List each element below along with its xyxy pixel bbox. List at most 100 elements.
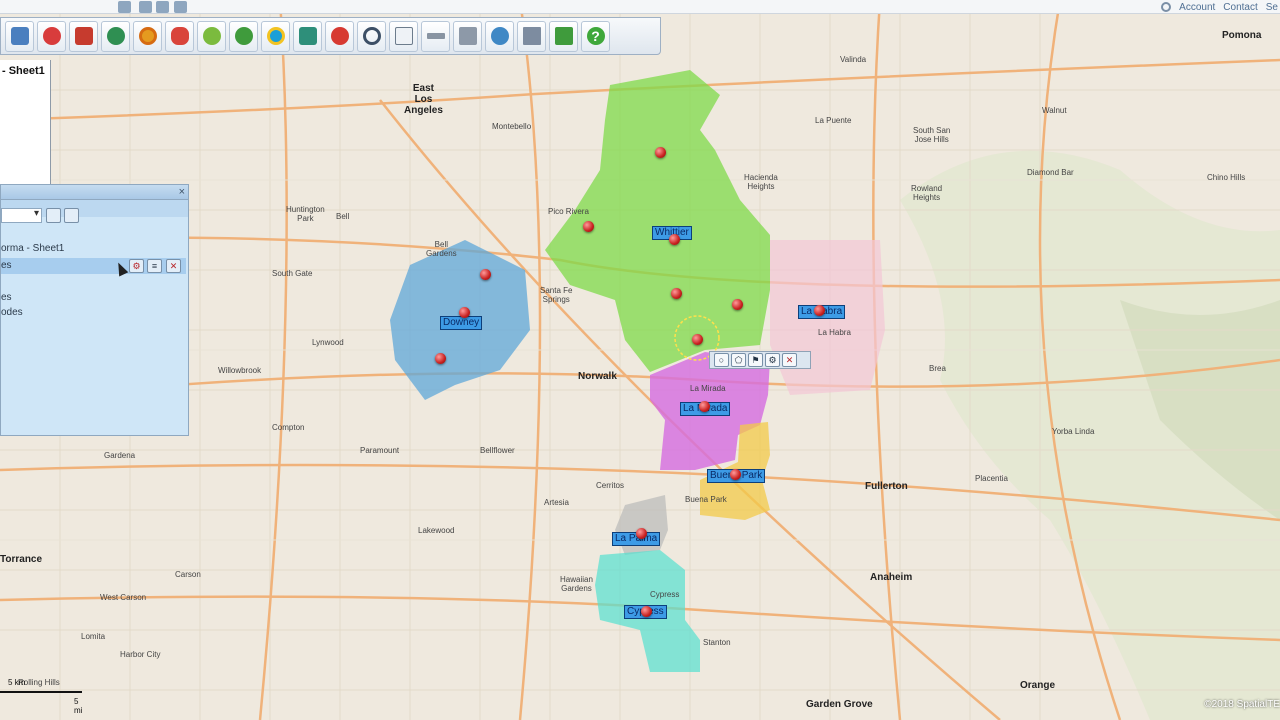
- heatmap-icon: [170, 27, 189, 45]
- layer-row[interactable]: odes: [1, 307, 23, 318]
- polygon-select-icon[interactable]: ⬠: [731, 353, 746, 367]
- place-rowland: Rowland Heights: [911, 184, 943, 202]
- text-icon: [394, 27, 413, 45]
- layer-row-label: es: [1, 260, 12, 271]
- location-marker[interactable]: [583, 221, 594, 232]
- tools-icon[interactable]: [64, 208, 79, 223]
- location-marker[interactable]: [655, 147, 666, 158]
- list-icon[interactable]: ≡: [147, 259, 162, 273]
- location-marker[interactable]: [730, 469, 741, 480]
- more-link[interactable]: Se: [1266, 2, 1278, 13]
- ruler-button[interactable]: [421, 20, 450, 52]
- location-marker[interactable]: [671, 288, 682, 299]
- account-link[interactable]: Account: [1179, 2, 1215, 13]
- layer-row[interactable]: es: [1, 292, 12, 303]
- delete-icon: [330, 27, 349, 45]
- location-marker[interactable]: [435, 353, 446, 364]
- contact-link[interactable]: Contact: [1223, 2, 1257, 13]
- delete-icon[interactable]: ✕: [166, 259, 181, 273]
- tool-icon[interactable]: [118, 1, 131, 13]
- pin-icon: [42, 27, 61, 45]
- radius-button[interactable]: [133, 20, 162, 52]
- place-la-puente: La Puente: [815, 116, 852, 125]
- place-placentia: Placentia: [975, 474, 1008, 483]
- table-button[interactable]: [517, 20, 546, 52]
- location-marker[interactable]: [692, 334, 703, 345]
- place-artesia: Artesia: [544, 498, 569, 507]
- gear-icon[interactable]: ⚙: [129, 259, 144, 273]
- add-pin-button[interactable]: [37, 20, 66, 52]
- location-marker[interactable]: [814, 305, 825, 316]
- search-button[interactable]: [357, 20, 386, 52]
- add-territory-button[interactable]: [69, 20, 98, 52]
- layer-name[interactable]: orma - Sheet1: [1, 243, 64, 254]
- close-icon[interactable]: ×: [179, 185, 185, 199]
- settings-icon[interactable]: [46, 208, 61, 223]
- route-icon: [298, 27, 317, 45]
- city-garden-grove: Garden Grove: [806, 699, 873, 710]
- money-icon: [554, 27, 573, 45]
- database-button[interactable]: [453, 20, 482, 52]
- pin-icon[interactable]: ⚑: [748, 353, 763, 367]
- redo-icon[interactable]: [156, 1, 169, 13]
- undo-icon[interactable]: [139, 1, 152, 13]
- main-toolbar: ?: [0, 17, 661, 55]
- place-carson: Carson: [175, 570, 201, 579]
- place-stanton: Stanton: [703, 638, 731, 647]
- layer-panel-titlebar[interactable]: ×: [1, 185, 188, 200]
- target-button[interactable]: [261, 20, 290, 52]
- place-buena-park-small: Buena Park: [685, 495, 727, 504]
- scale-mi: 5 mi: [74, 697, 83, 715]
- location-marker[interactable]: [732, 299, 743, 310]
- place-huntington-park: Huntington Park: [286, 205, 325, 223]
- place-lakewood: Lakewood: [418, 526, 455, 535]
- share-button[interactable]: [485, 20, 514, 52]
- place-willowbrook: Willowbrook: [218, 366, 262, 375]
- city-norwalk: Norwalk: [578, 371, 617, 382]
- place-brea: Brea: [929, 364, 946, 373]
- cluster-icon: [202, 27, 221, 45]
- circle-select-icon[interactable]: ○: [714, 353, 729, 367]
- help-button[interactable]: ?: [581, 20, 610, 52]
- place-gardena: Gardena: [104, 451, 136, 460]
- location-marker[interactable]: [636, 528, 647, 539]
- location-marker[interactable]: [699, 401, 710, 412]
- scale-km: 5 km: [8, 678, 26, 687]
- delete-button[interactable]: [325, 20, 354, 52]
- territory-label-downey[interactable]: Downey: [440, 316, 483, 330]
- place-la-mirada-small: La Mirada: [690, 384, 726, 393]
- place-montebello: Montebello: [492, 122, 532, 131]
- route-button[interactable]: [293, 20, 322, 52]
- location-marker[interactable]: [459, 307, 470, 318]
- layer-select[interactable]: [1, 208, 42, 223]
- top-strip: Account Contact Se: [0, 0, 1280, 14]
- place-bellflower: Bellflower: [480, 446, 515, 455]
- scale-bar: 5 km 5 mi: [0, 678, 82, 715]
- city-orange: Orange: [1020, 680, 1056, 691]
- place-south-san-jose: South San Jose Hills: [913, 126, 951, 144]
- copyright: ©2018 SpatialTE: [1204, 699, 1280, 710]
- city-east-la: East Los Angeles: [404, 83, 443, 116]
- location-marker[interactable]: [641, 606, 652, 617]
- location-marker[interactable]: [669, 234, 680, 245]
- people-tool-button[interactable]: [5, 20, 34, 52]
- gear-icon[interactable]: [1161, 2, 1172, 12]
- place-la-habra-small: La Habra: [818, 328, 851, 337]
- close-icon[interactable]: ✕: [782, 353, 797, 367]
- money-button[interactable]: [549, 20, 578, 52]
- place-santa-fe: Santa Fe Springs: [540, 286, 573, 304]
- heatmap-button[interactable]: [165, 20, 194, 52]
- city-fullerton: Fullerton: [865, 481, 908, 492]
- settings-icon[interactable]: [174, 1, 187, 13]
- settings-icon[interactable]: ⚙: [765, 353, 780, 367]
- cluster-button[interactable]: [197, 20, 226, 52]
- sheet-tab[interactable]: - Sheet1: [0, 60, 51, 185]
- target-icon: [266, 27, 285, 45]
- share-icon: [490, 27, 509, 45]
- layer-button[interactable]: [229, 20, 258, 52]
- text-button[interactable]: [389, 20, 418, 52]
- table-icon: [522, 27, 541, 45]
- place-south-gate: South Gate: [272, 269, 313, 278]
- globe-button[interactable]: [101, 20, 130, 52]
- location-marker[interactable]: [480, 269, 491, 280]
